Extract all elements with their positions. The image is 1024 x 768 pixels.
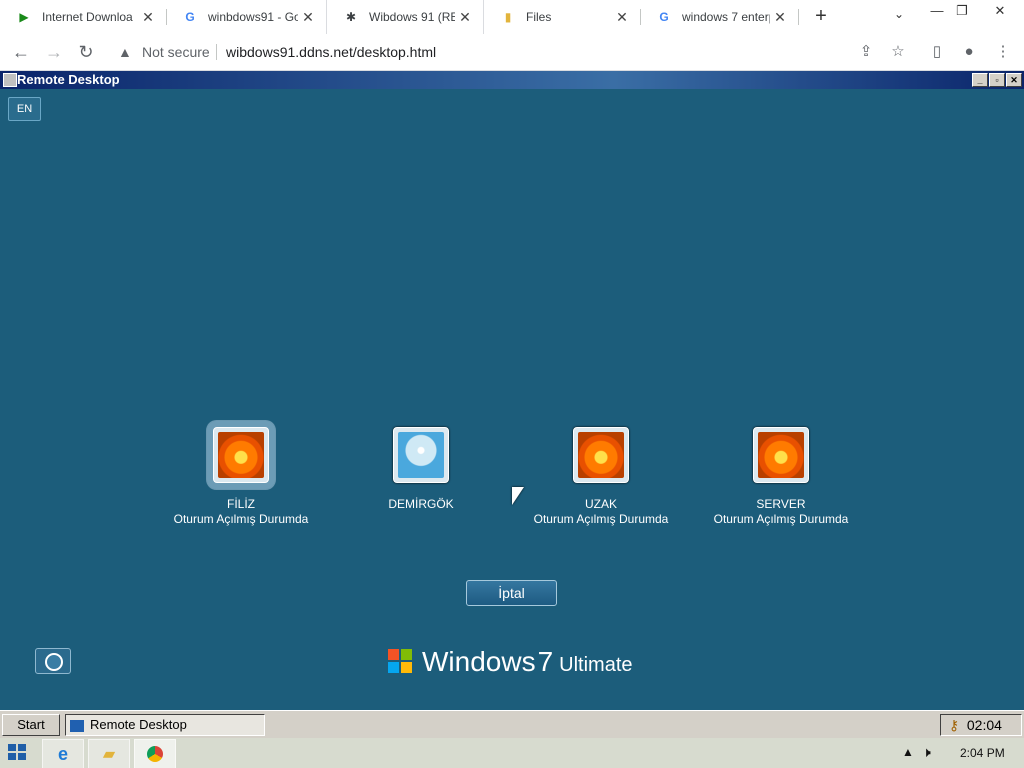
tab-files[interactable]: ▮ Files ✕ (484, 0, 640, 34)
user-status: Oturum Açılmış Durumda (713, 512, 849, 526)
close-window-icon[interactable]: ✕ (985, 2, 1015, 22)
user-avatar[interactable] (213, 427, 269, 483)
browser-toolbar: ← → ↻ ▲ Not secure wibdows91.ddns.net/de… (0, 34, 1024, 71)
user-avatar[interactable] (573, 427, 629, 483)
user-name: SERVER (756, 497, 806, 511)
remote-desktop-icon (3, 73, 17, 87)
tab-title: Internet Downloa (42, 10, 133, 24)
close-icon[interactable]: ✕ (455, 9, 475, 26)
show-hidden-icons-chevron-icon[interactable]: ▲ (902, 745, 914, 759)
language-indicator[interactable]: EN (8, 97, 41, 121)
flower-picture-icon (758, 432, 804, 478)
tab-title: Wibdows 91 (REL (369, 10, 455, 24)
volume-muted-icon[interactable]: 🕨 (922, 744, 931, 761)
internet-explorer-button[interactable]: e (42, 739, 84, 768)
user-name: UZAK (584, 497, 617, 511)
key-icon[interactable]: ⚷ (945, 715, 963, 735)
tab-title: winbdows91 - Go (208, 10, 298, 24)
remote-clock: 02:04 (966, 717, 1002, 733)
windows-brand-logo: Windows 7 Ultimate (388, 645, 633, 681)
windows-flag-icon (388, 649, 414, 675)
brand-version: 7 (537, 646, 554, 677)
host-clock[interactable]: 2:04 PM (960, 746, 1005, 760)
mouse-cursor-icon (512, 487, 524, 505)
bookmark-star-icon[interactable]: ☆ (888, 42, 908, 62)
reload-icon[interactable]: ↻ (74, 41, 98, 63)
back-arrow-icon[interactable]: ← (9, 41, 33, 63)
tab-windows7-search[interactable]: G windows 7 enterp ✕ (640, 0, 798, 34)
ferris-wheel-picture-icon (398, 432, 444, 478)
user-name: DEMİRGÖK (388, 497, 454, 511)
chrome-button[interactable] (134, 739, 176, 768)
remote-taskbar: Start Remote Desktop ⚷ 02:04 (0, 710, 1024, 739)
close-icon[interactable]: ✕ (770, 9, 790, 26)
cancel-button[interactable]: İptal (466, 580, 557, 606)
close-icon[interactable]: ✕ (612, 9, 632, 26)
brand-edition: Ultimate (559, 654, 633, 676)
remote-system-tray: ⚷ 02:04 (940, 714, 1022, 736)
menu-kebab-icon[interactable]: ⋮ (993, 42, 1013, 62)
file-explorer-button[interactable]: ▰ (88, 739, 130, 768)
flower-picture-icon (218, 432, 264, 478)
security-label[interactable]: Not secure (142, 44, 210, 60)
play-icon: ▶ (19, 10, 29, 24)
tab-internet-download[interactable]: ▶ Internet Downloa ✕ (0, 0, 166, 34)
tab-search-chevron-icon[interactable]: ⌄ (890, 7, 908, 25)
brand-word: Windows (422, 646, 536, 677)
remote-minimize-button[interactable]: _ (972, 73, 988, 87)
forward-arrow-icon[interactable]: → (42, 41, 66, 63)
share-icon[interactable]: ⇪ (856, 42, 876, 62)
side-panel-icon[interactable]: ▯ (927, 42, 947, 62)
browser-tab-strip: ▶ Internet Downloa ✕ G winbdows91 - Go ✕… (0, 0, 1024, 34)
google-icon: G (659, 10, 669, 24)
remote-app-label: Remote Desktop (90, 717, 187, 732)
close-icon[interactable]: ✕ (298, 9, 318, 26)
user-tile-filiz[interactable]: FİLİZ Oturum Açılmış Durumda (151, 427, 331, 526)
ease-of-access-button[interactable] (35, 648, 71, 674)
tab-title: Files (526, 10, 552, 24)
remote-close-button[interactable]: ✕ (1006, 73, 1022, 87)
user-tile-server[interactable]: SERVER Oturum Açılmış Durumda (691, 427, 871, 526)
ease-of-access-icon (45, 653, 63, 671)
remote-desktop-icon (70, 719, 84, 732)
warning-icon[interactable]: ▲ (118, 44, 132, 60)
windows-start-icon[interactable] (8, 744, 28, 762)
tab-wibdows91[interactable]: ✱ Wibdows 91 (REL ✕ (326, 0, 484, 34)
user-avatar[interactable] (753, 427, 809, 483)
google-icon: G (185, 10, 195, 24)
host-system-tray: ▲ 🕨 2:04 PM (900, 738, 1024, 768)
remote-start-button[interactable]: Start (2, 714, 60, 736)
remote-taskbar-app-button[interactable]: Remote Desktop (65, 714, 265, 736)
user-status: Oturum Açılmış Durumda (533, 512, 669, 526)
folder-icon: ▰ (102, 746, 116, 763)
flower-picture-icon (578, 432, 624, 478)
chrome-icon (147, 746, 163, 762)
user-tile-demirgok[interactable]: DEMİRGÖK (331, 427, 511, 512)
address-bar[interactable]: ▲ Not secure wibdows91.ddns.net/desktop.… (108, 38, 914, 66)
remote-window-title-bar: Remote Desktop _ ▫ ✕ (0, 71, 1024, 89)
host-taskbar: e ▰ ▲ 🕨 2:04 PM (0, 738, 1024, 768)
tab-google-search[interactable]: G winbdows91 - Go ✕ (166, 0, 326, 34)
profile-avatar-icon[interactable]: ● (959, 42, 979, 62)
internet-explorer-icon: e (57, 743, 68, 764)
remote-window-title: Remote Desktop (17, 72, 120, 87)
site-icon: ✱ (345, 10, 357, 24)
user-tile-uzak[interactable]: UZAK Oturum Açılmış Durumda (511, 427, 691, 526)
close-icon[interactable]: ✕ (138, 9, 158, 26)
new-tab-button[interactable]: + (810, 5, 832, 27)
restore-window-icon[interactable]: ❐ (947, 2, 977, 22)
user-avatar[interactable] (393, 427, 449, 483)
logon-screen: EN FİLİZ Oturum Açılmış Durumda DEMİRGÖK… (0, 89, 1024, 710)
user-status: Oturum Açılmış Durumda (173, 512, 309, 526)
url-text[interactable]: wibdows91.ddns.net/desktop.html (226, 44, 436, 60)
user-name: FİLİZ (226, 497, 255, 511)
folder-icon: ▮ (504, 10, 512, 24)
tab-title: windows 7 enterp (682, 10, 770, 24)
remote-maximize-button[interactable]: ▫ (989, 73, 1005, 87)
